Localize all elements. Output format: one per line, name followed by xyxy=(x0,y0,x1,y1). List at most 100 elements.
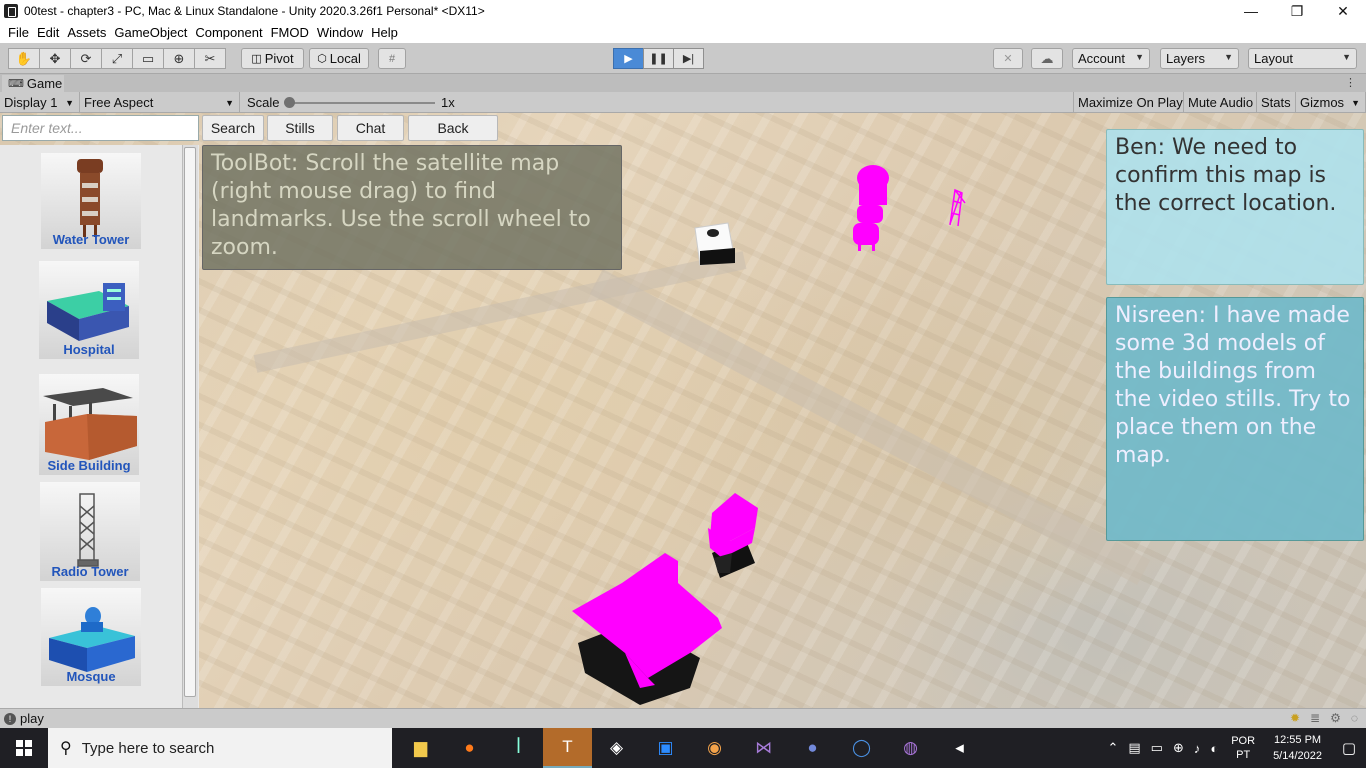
bug-icon[interactable]: ✹ xyxy=(1290,711,1300,725)
start-button[interactable] xyxy=(0,728,48,768)
card-water-tower[interactable]: Water Tower xyxy=(41,153,141,249)
palette-scroll-thumb[interactable] xyxy=(184,147,196,697)
chat-text-input[interactable] xyxy=(2,115,199,141)
game-view[interactable]: Search Stills Chat Back Water Tower xyxy=(0,113,1366,708)
model-hospital-magenta[interactable] xyxy=(572,553,722,705)
scale-slider-thumb[interactable] xyxy=(284,97,295,108)
tab-menu-icon[interactable]: ⋮ xyxy=(1345,76,1356,89)
camera-icon[interactable]: ◐ xyxy=(1210,741,1218,756)
mute-audio-toggle[interactable]: Mute Audio xyxy=(1184,92,1257,113)
zoom-icon[interactable]: ▣ xyxy=(641,728,690,768)
play-button[interactable]: ▶ xyxy=(613,48,644,69)
stills-button[interactable]: Stills xyxy=(267,115,333,141)
gizmos-dropdown[interactable]: Gizmos ▼ xyxy=(1296,92,1366,113)
display-dropdown[interactable]: Display 1 ▼ xyxy=(0,92,80,113)
card-radio-tower[interactable]: Radio Tower xyxy=(40,482,140,581)
minimize-button[interactable]: — xyxy=(1228,0,1274,22)
model-white-box[interactable] xyxy=(694,222,736,266)
menu-component[interactable]: Component xyxy=(191,25,266,40)
scale-tool-icon[interactable]: ⤢ xyxy=(101,48,133,69)
chevron-down-icon: ▼ xyxy=(1342,52,1351,62)
network-icon[interactable]: ⊕ xyxy=(1173,740,1184,756)
card-mosque[interactable]: Mosque xyxy=(41,588,141,686)
rect-tool-icon[interactable]: ▭ xyxy=(132,48,164,69)
menu-edit[interactable]: Edit xyxy=(33,25,63,40)
model-water-tower-magenta[interactable] xyxy=(853,165,889,251)
discord-icon[interactable]: ● xyxy=(788,728,837,768)
scale-slider-track[interactable] xyxy=(289,102,435,104)
clock[interactable]: 12:55 PM 5/14/2022 xyxy=(1273,732,1322,764)
maximize-label: Maximize On Play xyxy=(1078,95,1183,110)
model-radio-tower-magenta[interactable] xyxy=(949,188,966,227)
card-radio-tower-label: Radio Tower xyxy=(51,564,129,579)
menu-window[interactable]: Window xyxy=(313,25,367,40)
collab-button[interactable]: ✕ xyxy=(993,48,1023,69)
card-side-building[interactable]: Side Building xyxy=(39,374,139,475)
unity-editor-icon[interactable]: ◂ xyxy=(935,728,984,768)
model-side-building-magenta[interactable] xyxy=(708,493,758,578)
onedrive-icon[interactable]: ▤ xyxy=(1128,740,1140,756)
grid-snap-button[interactable]: # xyxy=(378,48,406,69)
volume-icon[interactable]: ♪ xyxy=(1194,741,1201,756)
layout-dropdown[interactable]: Layout ▼ xyxy=(1248,48,1357,69)
cloud-button[interactable]: ☁ xyxy=(1031,48,1063,69)
account-label: Account xyxy=(1078,51,1125,66)
firefox-icon[interactable]: ● xyxy=(445,728,494,768)
teams-icon[interactable]: T xyxy=(543,728,592,768)
local-button[interactable]: ⬡ Local xyxy=(309,48,369,69)
file-explorer-icon[interactable]: ▆ xyxy=(396,728,445,768)
signal-icon[interactable]: ◯ xyxy=(837,728,886,768)
menu-assets[interactable]: Assets xyxy=(63,25,110,40)
main-toolbar: ✋ ✥ ⟳ ⤢ ▭ ⊕ ✂ ◫ Pivot ⬡ Local # ▶ ❚❚ ▶| … xyxy=(0,43,1366,74)
menu-gameobject[interactable]: GameObject xyxy=(110,25,191,40)
transform-tool-icon[interactable]: ⊕ xyxy=(163,48,195,69)
windows-taskbar: ⚲ Type here to search ▆ ● ꟾ T ◈ ▣ ◉ ⋈ ● … xyxy=(0,728,1366,768)
account-dropdown[interactable]: Account ▼ xyxy=(1072,48,1150,69)
pivot-button[interactable]: ◫ Pivot xyxy=(241,48,304,69)
local-label: Local xyxy=(329,51,361,66)
scale-value: 1x xyxy=(441,95,455,110)
chevron-down-icon: ▼ xyxy=(65,97,74,108)
language-indicator[interactable]: POR PT xyxy=(1231,734,1255,762)
card-water-tower-label: Water Tower xyxy=(52,232,130,247)
menu-help[interactable]: Help xyxy=(367,25,402,40)
custom-tool-icon[interactable]: ✂ xyxy=(194,48,226,69)
menu-file[interactable]: File xyxy=(4,25,33,40)
maximize-on-play-toggle[interactable]: Maximize On Play xyxy=(1073,92,1184,113)
settings-icon[interactable]: ⚙ xyxy=(1330,711,1341,725)
aspect-label: Free Aspect xyxy=(84,95,154,110)
pause-button[interactable]: ❚❚ xyxy=(643,48,674,69)
visual-studio-icon[interactable]: ⋈ xyxy=(739,728,788,768)
move-tool-icon[interactable]: ✥ xyxy=(39,48,71,69)
chat-button[interactable]: Chat xyxy=(337,115,404,141)
stats-toggle[interactable]: Stats xyxy=(1257,92,1296,113)
step-button[interactable]: ▶| xyxy=(673,48,704,69)
status-text[interactable]: play xyxy=(20,711,44,726)
search-button[interactable]: Search xyxy=(202,115,264,141)
tab-game[interactable]: ⌨ Game xyxy=(2,75,64,92)
taskbar-search[interactable]: ⚲ Type here to search xyxy=(48,728,392,768)
layers-dropdown[interactable]: Layers ▼ xyxy=(1160,48,1239,69)
battery-icon[interactable]: ▭ xyxy=(1151,740,1163,756)
chevron-up-icon[interactable]: ⌃ xyxy=(1107,740,1118,756)
layers-stack-icon[interactable]: ≣ xyxy=(1310,711,1320,725)
lang-top: POR xyxy=(1231,735,1256,747)
progress-icon[interactable]: ◌ xyxy=(1351,711,1358,725)
menu-fmod[interactable]: FMOD xyxy=(267,25,313,40)
close-button[interactable]: ✕ xyxy=(1320,0,1366,22)
card-hospital[interactable]: Hospital xyxy=(39,261,139,359)
gizmos-label: Gizmos xyxy=(1300,95,1345,110)
paint-icon[interactable]: ◉ xyxy=(690,728,739,768)
hand-tool-icon[interactable]: ✋ xyxy=(8,48,40,69)
maximize-button[interactable]: ❐ xyxy=(1274,0,1320,22)
streamlabs-icon[interactable]: ꟾ xyxy=(494,728,543,768)
unity-hub-icon[interactable]: ◈ xyxy=(592,728,641,768)
layers-label: Layers xyxy=(1166,51,1206,66)
clock-time: 12:55 PM xyxy=(1273,734,1322,746)
github-icon[interactable]: ◍ xyxy=(886,728,935,768)
aspect-dropdown[interactable]: Free Aspect ▼ xyxy=(80,92,240,113)
rotate-tool-icon[interactable]: ⟳ xyxy=(70,48,102,69)
notification-icon[interactable]: ▢ xyxy=(1332,739,1366,757)
back-button[interactable]: Back xyxy=(408,115,498,141)
status-bar: ! play ✹ ≣ ⚙ ◌ xyxy=(0,708,1366,728)
